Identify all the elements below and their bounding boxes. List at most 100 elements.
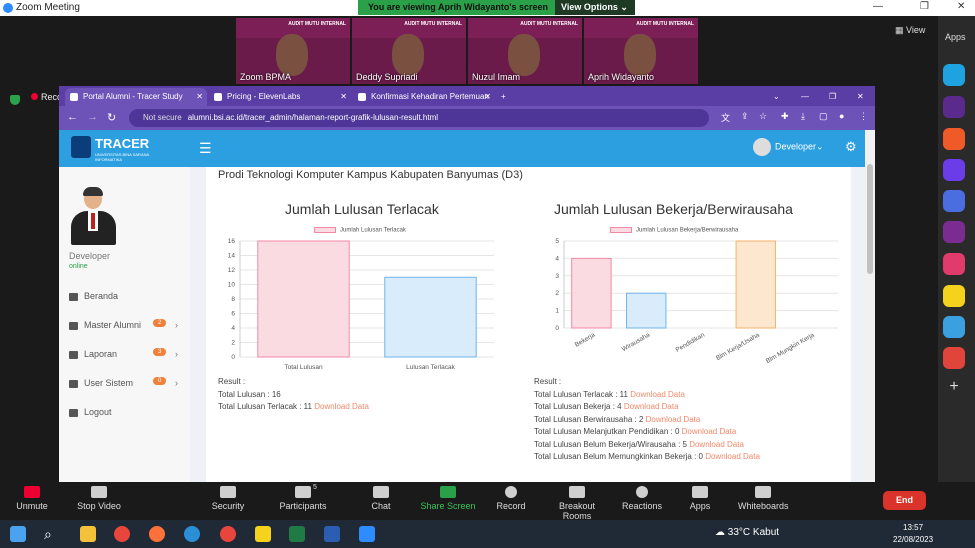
app-icon[interactable] bbox=[943, 159, 965, 181]
sidebar-item-label: Beranda bbox=[84, 291, 119, 301]
excel-icon[interactable] bbox=[289, 526, 305, 542]
app-icon[interactable] bbox=[943, 128, 965, 150]
whiteboards-button[interactable]: Whiteboards bbox=[738, 486, 789, 511]
restore-icon[interactable]: ❐ bbox=[829, 88, 836, 106]
browser-tab[interactable]: Konfirmasi Kehadiran Pertemuan ✕ bbox=[353, 88, 495, 106]
forward-icon[interactable]: → bbox=[87, 111, 98, 123]
sidebar-item-user-sistem[interactable]: User Sistem 0 › bbox=[69, 377, 184, 388]
security-label: Security bbox=[211, 501, 245, 511]
add-app-icon[interactable]: + bbox=[943, 378, 965, 400]
download-data-link[interactable]: Download Data bbox=[705, 452, 760, 461]
new-tab-button[interactable]: + bbox=[497, 88, 517, 106]
participant-tile[interactable]: AUDIT MUTU INTERNAL Aprih Widayanto bbox=[584, 18, 698, 84]
twine-icon[interactable] bbox=[943, 316, 965, 338]
back-icon[interactable]: ← bbox=[67, 111, 78, 123]
close-tab-icon[interactable]: ✕ bbox=[196, 92, 203, 101]
page-title: Prodi Teknologi Komputer Kampus Kabupate… bbox=[218, 169, 523, 181]
chrome-profile-icon[interactable] bbox=[220, 526, 236, 542]
translate-icon[interactable]: 文 bbox=[721, 111, 730, 124]
view-button[interactable]: ▦ View bbox=[895, 25, 925, 36]
user-menu[interactable]: Developer⌄ bbox=[753, 138, 824, 156]
scrollbar-thumb[interactable] bbox=[867, 164, 873, 274]
download-icon[interactable]: ⤓ bbox=[801, 111, 805, 122]
participant-tile[interactable]: AUDIT MUTU INTERNAL Nuzul Imam bbox=[468, 18, 582, 84]
app-icon[interactable] bbox=[943, 347, 965, 369]
windows-start-icon[interactable] bbox=[10, 526, 26, 542]
app-icon[interactable] bbox=[943, 64, 965, 86]
reactions-button[interactable]: Reactions bbox=[622, 486, 662, 511]
kahoot-icon[interactable] bbox=[943, 96, 965, 118]
participant-tile[interactable]: AUDIT MUTU INTERNAL Zoom BPMA bbox=[236, 18, 350, 84]
prezi-icon[interactable] bbox=[943, 221, 965, 243]
word-icon[interactable] bbox=[324, 526, 340, 542]
favicon-icon bbox=[70, 93, 78, 101]
shared-browser-window: Portal Alumni - Tracer Study ✕ Pricing - … bbox=[59, 86, 875, 482]
chart-title: Jumlah Lulusan Bekerja/Berwirausaha bbox=[554, 201, 793, 217]
reload-icon[interactable]: ↻ bbox=[107, 111, 116, 124]
close-tab-icon[interactable]: ✕ bbox=[340, 92, 347, 101]
zoom-toolbar: Unmute Stop Video Security Participants … bbox=[0, 482, 975, 521]
restore-icon[interactable]: ❐ bbox=[920, 1, 929, 12]
breakout-rooms-button[interactable]: Breakout Rooms bbox=[546, 486, 608, 521]
download-data-link[interactable]: Download Data bbox=[689, 440, 744, 449]
close-icon[interactable]: ✕ bbox=[857, 88, 864, 106]
stop-video-button[interactable]: Stop Video bbox=[76, 486, 122, 511]
security-button[interactable]: Security bbox=[208, 486, 248, 511]
close-tab-icon[interactable]: ✕ bbox=[484, 92, 491, 101]
sidebar-item-laporan[interactable]: Laporan 3 › bbox=[69, 348, 184, 359]
apps-button[interactable]: Apps bbox=[688, 486, 712, 511]
participant-video bbox=[392, 34, 424, 76]
close-icon[interactable]: ✕ bbox=[957, 1, 965, 12]
sidepanel-icon[interactable]: ▢ bbox=[819, 111, 828, 122]
record-button[interactable]: Record bbox=[496, 486, 526, 511]
weather-widget[interactable]: ☁ 33°C Kabut bbox=[715, 527, 779, 538]
end-button[interactable]: End bbox=[883, 491, 926, 510]
browser-tab[interactable]: Portal Alumni - Tracer Study ✕ bbox=[65, 88, 207, 106]
chat-button[interactable]: Chat bbox=[368, 486, 394, 511]
chrome-icon[interactable] bbox=[114, 526, 130, 542]
system-clock[interactable]: 13:57 22/08/2023 bbox=[893, 522, 933, 546]
app-icon[interactable] bbox=[943, 190, 965, 212]
browser-tab[interactable]: Pricing - ElevenLabs ✕ bbox=[209, 88, 351, 106]
unmute-button[interactable]: Unmute bbox=[14, 486, 50, 511]
firefox-icon[interactable] bbox=[149, 526, 165, 542]
share-icon[interactable]: ⇪ bbox=[741, 111, 749, 122]
sidebar-item-master-alumni[interactable]: Master Alumni 2 › bbox=[69, 319, 184, 330]
extensions-icon[interactable]: ✚ bbox=[781, 111, 789, 122]
participants-button[interactable]: Participants bbox=[278, 486, 328, 511]
participant-tile[interactable]: AUDIT MUTU INTERNAL Deddy Supriadi bbox=[352, 18, 466, 84]
download-data-link[interactable]: Download Data bbox=[624, 402, 679, 411]
sidebar: Developer online Beranda Master Alumni 2 ›… bbox=[59, 167, 190, 482]
participant-name: Deddy Supriadi bbox=[356, 72, 418, 82]
participant-name: Aprih Widayanto bbox=[588, 72, 655, 82]
minimize-icon[interactable]: — bbox=[873, 1, 883, 12]
share-screen-button[interactable]: Share Screen bbox=[420, 486, 476, 511]
more-menu-icon[interactable]: ⋮ bbox=[859, 111, 868, 122]
sesh-icon[interactable] bbox=[943, 253, 965, 275]
y-tick-label: 5 bbox=[555, 238, 559, 245]
tab-search-icon[interactable]: ⌄ bbox=[773, 88, 780, 106]
page-scrollbar[interactable] bbox=[865, 130, 875, 482]
minimize-icon[interactable]: — bbox=[801, 88, 809, 106]
view-options-button[interactable]: View Options ⌄ bbox=[555, 0, 635, 15]
sidebar-item-beranda[interactable]: Beranda bbox=[69, 291, 184, 301]
download-data-link[interactable]: Download Data bbox=[314, 402, 369, 411]
app-icon[interactable] bbox=[943, 285, 965, 307]
zoom-taskbar-icon[interactable] bbox=[359, 526, 375, 542]
brand-logo[interactable]: TRACER UNIVERSITAS BINA SARANA INFORMATI… bbox=[67, 134, 177, 162]
sticky-notes-icon[interactable] bbox=[255, 526, 271, 542]
edge-icon[interactable] bbox=[184, 526, 200, 542]
gear-icon[interactable]: ⚙ bbox=[845, 139, 857, 155]
x-tick-label: Blm Kerja/Usaha bbox=[715, 331, 761, 362]
bookmark-star-icon[interactable]: ☆ bbox=[759, 111, 767, 122]
y-tick-label: 1 bbox=[555, 308, 559, 315]
download-data-link[interactable]: Download Data bbox=[630, 390, 685, 399]
sidebar-item-logout[interactable]: Logout bbox=[69, 407, 184, 417]
hamburger-menu-icon[interactable]: ☰ bbox=[199, 140, 212, 157]
search-icon[interactable]: ⌕ bbox=[44, 526, 60, 542]
url-bar[interactable]: Not secure alumni.bsi.ac.id/tracer_admin/… bbox=[129, 109, 709, 127]
download-data-link[interactable]: Download Data bbox=[682, 427, 737, 436]
profile-avatar[interactable]: ● bbox=[839, 111, 844, 121]
download-data-link[interactable]: Download Data bbox=[646, 415, 701, 424]
file-explorer-icon[interactable] bbox=[80, 526, 96, 542]
